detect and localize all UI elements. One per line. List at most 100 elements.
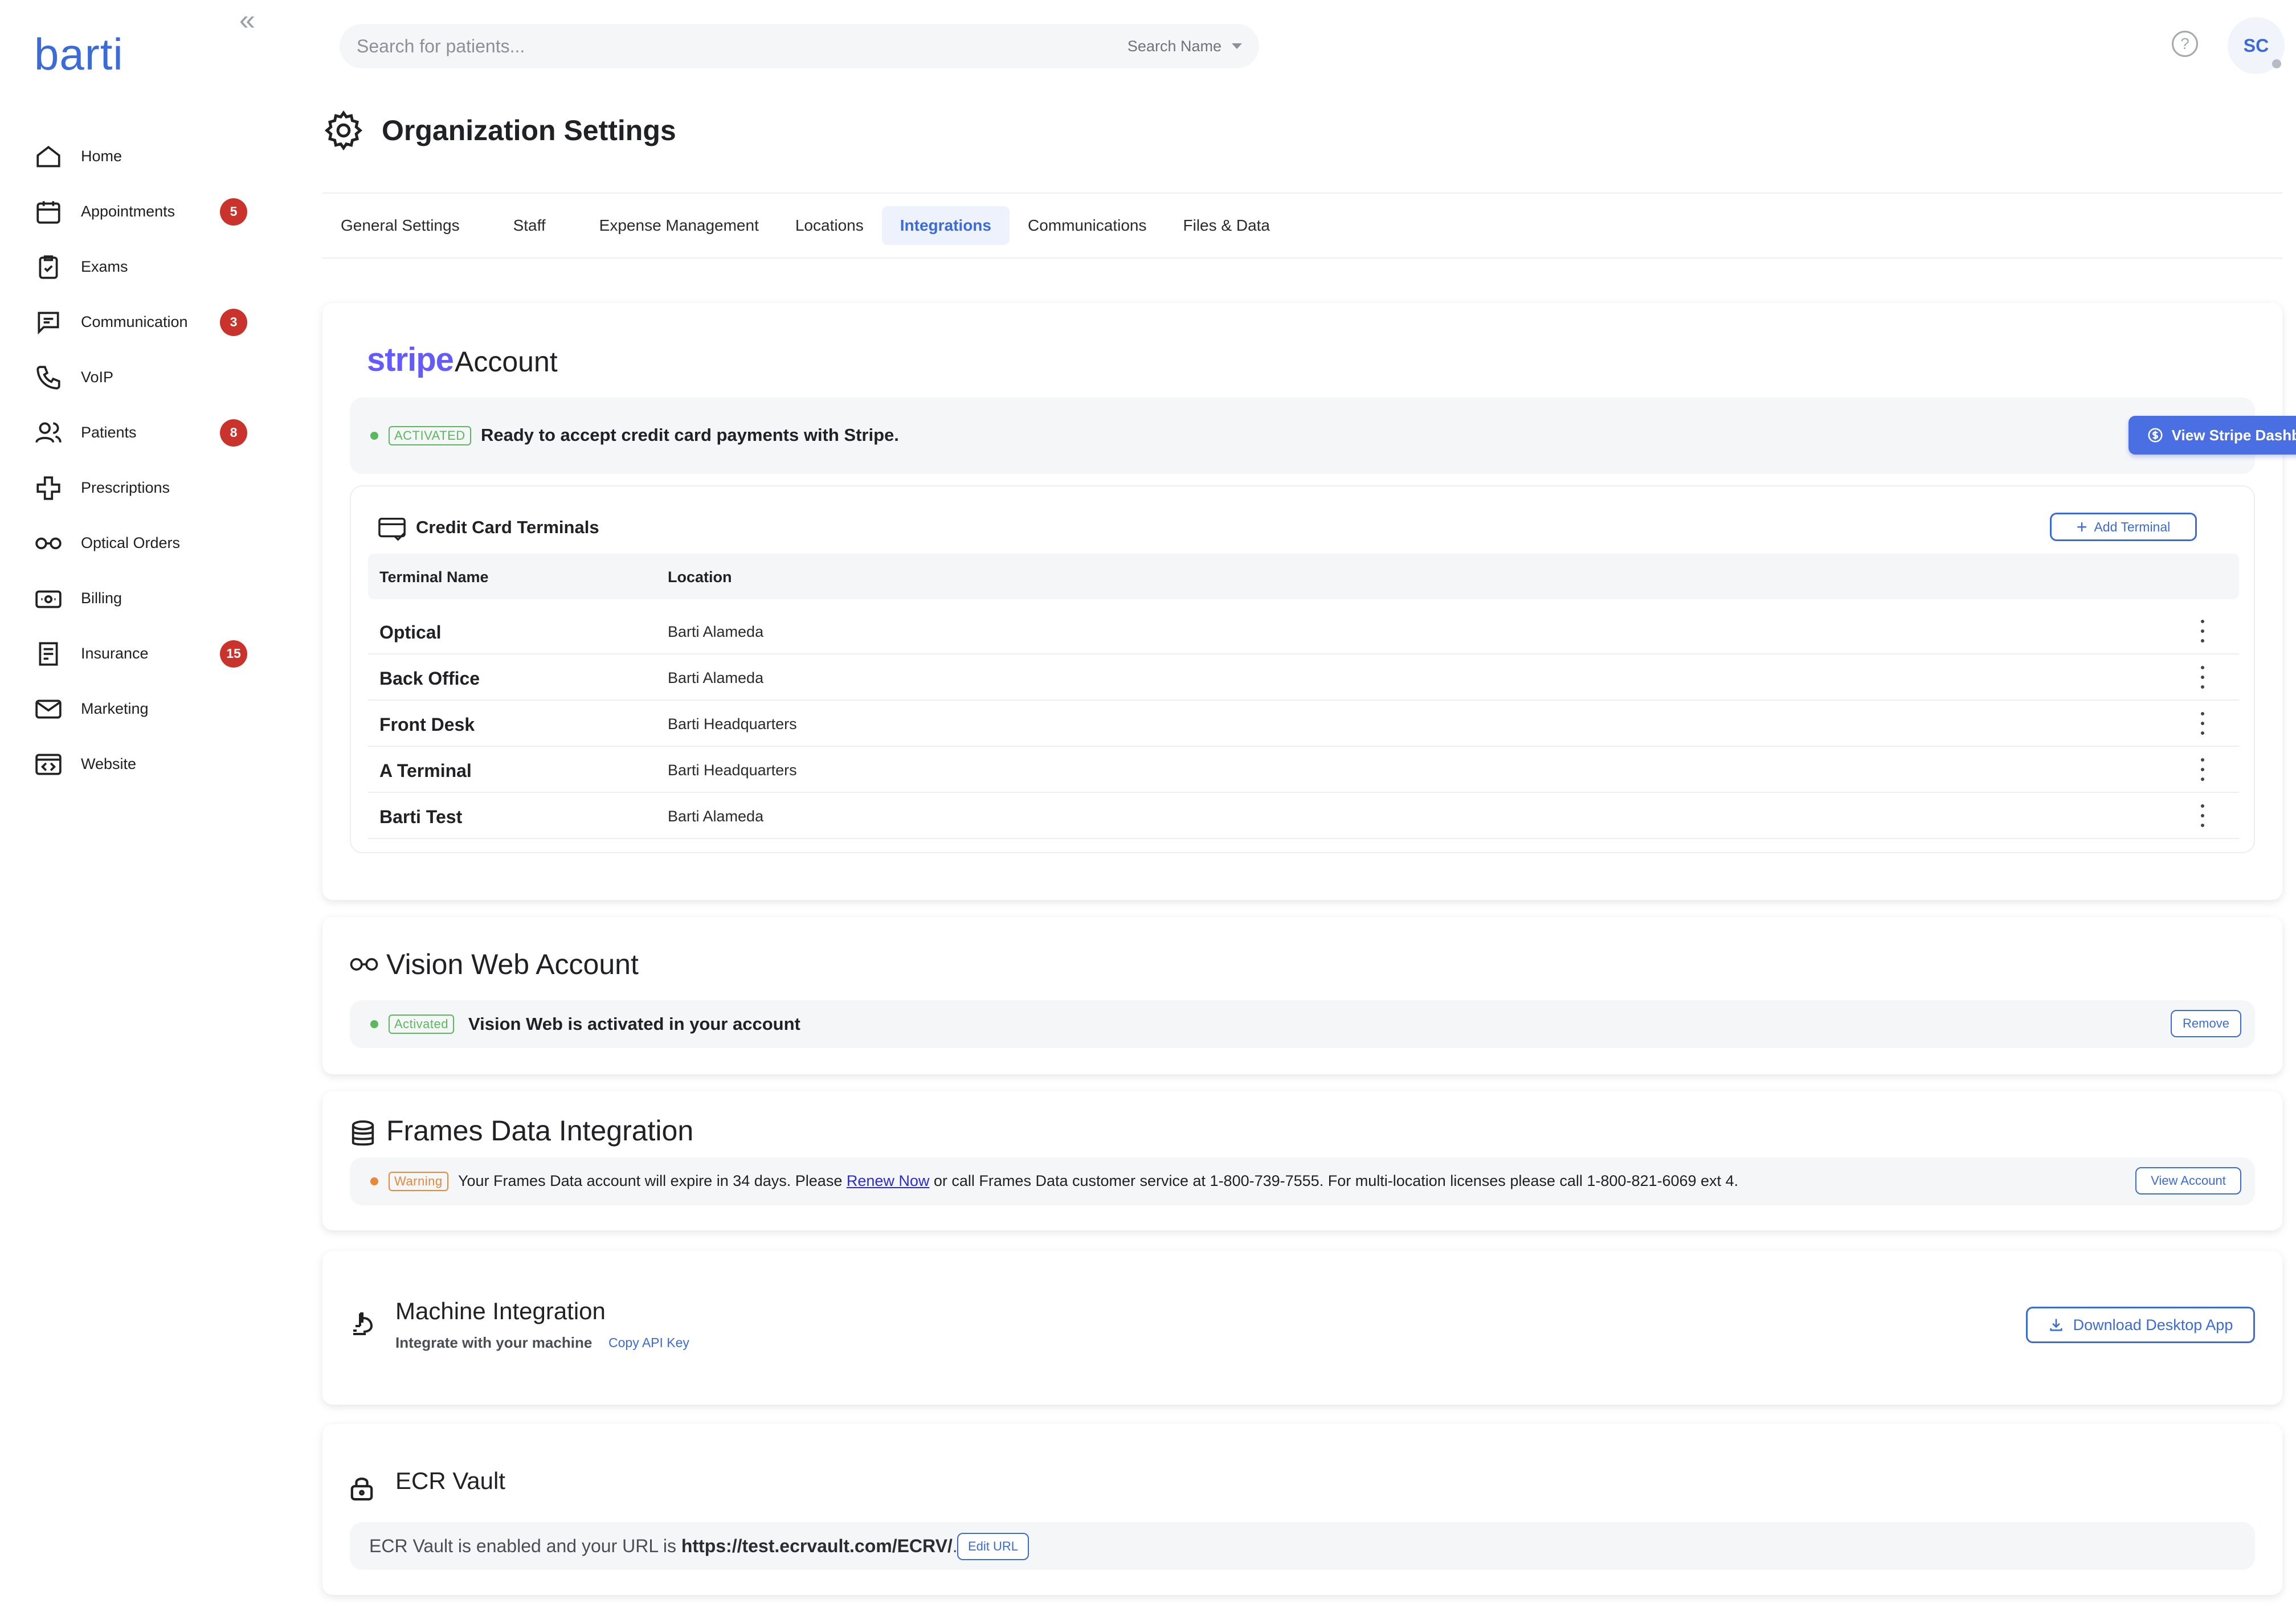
terminal-location: Barti Alameda (668, 669, 764, 686)
terminal-location: Barti Headquarters (668, 715, 797, 733)
frames-message-start: Your Frames Data account will expire in … (458, 1172, 847, 1189)
terminals-table-header: Terminal Name Location (368, 554, 2239, 599)
users-icon (35, 422, 62, 443)
renew-now-link[interactable]: Renew Now (847, 1172, 930, 1189)
ecr-vault-title: ECR Vault (395, 1467, 505, 1494)
status-dot (370, 1177, 378, 1185)
ecr-vault-card: ECR Vault ECR Vault is enabled and your … (322, 1424, 2282, 1595)
more-vertical-icon[interactable] (2197, 712, 2208, 735)
stripe-account-title: Account (455, 346, 558, 378)
home-icon (36, 145, 60, 167)
column-header-location: Location (668, 568, 732, 586)
count-badge: 5 (220, 198, 247, 226)
help-icon[interactable]: ? (2172, 31, 2198, 57)
tab-general-settings[interactable]: General Settings (322, 206, 478, 245)
more-vertical-icon[interactable] (2197, 758, 2208, 781)
status-dot (370, 1020, 378, 1028)
sidebar-item-home[interactable]: Home (34, 129, 262, 184)
add-terminal-label: Add Terminal (2094, 519, 2171, 534)
settings-tabs: General Settings Staff Expense Managemen… (322, 193, 2282, 259)
sidebar-item-patients[interactable]: Patients 8 (34, 405, 262, 460)
mail-icon (35, 699, 62, 718)
more-vertical-icon[interactable] (2197, 620, 2208, 643)
frames-data-title: Frames Data Integration (386, 1115, 694, 1147)
sidebar-item-communication[interactable]: Communication 3 (34, 294, 262, 350)
copy-api-key-link[interactable]: Copy API Key (608, 1335, 689, 1351)
sidebar-item-label: Billing (81, 590, 122, 607)
sidebar-item-optical-orders[interactable]: Optical Orders (34, 515, 262, 571)
sidebar-item-marketing[interactable]: Marketing (34, 681, 262, 737)
sidebar-item-label: Home (81, 148, 122, 165)
sidebar-item-exams[interactable]: Exams (34, 239, 262, 294)
database-icon (352, 1120, 374, 1146)
sidebar-item-label: Appointments (81, 203, 175, 220)
tab-locations[interactable]: Locations (777, 206, 882, 245)
terminal-location: Barti Headquarters (668, 762, 797, 779)
tab-expense-management[interactable]: Expense Management (581, 206, 777, 245)
barti-logo[interactable]: barti (34, 32, 124, 76)
search-mode-dropdown[interactable]: Search Name (1127, 38, 1242, 55)
ecr-vault-strip: ECR Vault is enabled and your URL is htt… (350, 1522, 2255, 1570)
sidebar-item-website[interactable]: Website (34, 737, 262, 792)
credit-card-icon (378, 517, 406, 541)
view-stripe-dashboard-button[interactable]: View Stripe Dashboard (2129, 416, 2296, 455)
credit-card-terminals-panel: Credit Card Terminals + Add Terminal Ter… (350, 485, 2255, 853)
more-vertical-icon[interactable] (2197, 804, 2208, 827)
presence-indicator (2272, 59, 2281, 68)
download-desktop-app-button[interactable]: Download Desktop App (2026, 1307, 2255, 1343)
download-icon (2050, 1319, 2062, 1331)
sidebar-item-insurance[interactable]: Insurance 15 (34, 626, 262, 681)
ecr-vault-url: https://test.ecrvault.com/ECRV/ (681, 1536, 953, 1556)
stripe-logo: stripe (367, 341, 454, 378)
sidebar-item-prescriptions[interactable]: Prescriptions (34, 460, 262, 515)
microscope-icon (353, 1312, 373, 1335)
gear-icon (324, 110, 363, 151)
remove-button[interactable]: Remove (2171, 1010, 2241, 1037)
table-row[interactable]: Optical Barti Alameda (368, 608, 2239, 654)
tab-integrations[interactable]: Integrations (881, 206, 1010, 245)
table-row[interactable]: Barti Test Barti Alameda (368, 793, 2239, 839)
stripe-status-message: Ready to accept credit card payments wit… (481, 425, 899, 445)
view-account-button[interactable]: View Account (2135, 1167, 2241, 1194)
terminal-name: Optical (379, 622, 442, 643)
add-terminal-button[interactable]: + Add Terminal (2050, 513, 2197, 541)
plus-icon: + (2076, 517, 2087, 537)
view-stripe-dashboard-label: View Stripe Dashboard (2171, 426, 2296, 444)
page-title: Organization Settings (382, 114, 676, 146)
terminal-name: Barti Test (379, 807, 463, 827)
patient-search-bar[interactable]: Search for patients... Search Name (340, 24, 1259, 68)
sidebar-item-billing[interactable]: Billing (34, 571, 262, 626)
warning-badge: Warning (389, 1172, 448, 1191)
frames-data-status-strip: Warning Your Frames Data account will ex… (350, 1157, 2255, 1205)
machine-integration-subtitle: Integrate with your machine (395, 1334, 593, 1351)
sidebar-nav: Home Appointments 5 Exams Communication … (34, 129, 262, 792)
table-row[interactable]: A Terminal Barti Headquarters (368, 747, 2239, 793)
sidebar-item-voip[interactable]: VoIP (34, 350, 262, 405)
stripe-status-strip: ACTIVATED Ready to accept credit card pa… (350, 398, 2296, 474)
edit-url-button[interactable]: Edit URL (957, 1533, 1029, 1560)
sidebar-item-appointments[interactable]: Appointments 5 (34, 184, 262, 239)
sidebar-item-label: Marketing (81, 700, 149, 717)
cash-icon (35, 590, 62, 608)
double-chevron-left-icon[interactable]: « (239, 3, 255, 36)
sidebar: barti « Home Appointments 5 Exams Commun… (0, 0, 296, 1612)
sidebar-item-label: Exams (81, 258, 128, 275)
vision-web-title: Vision Web Account (386, 948, 639, 980)
count-badge: 15 (220, 640, 247, 668)
tab-files-data[interactable]: Files & Data (1165, 206, 1289, 245)
status-badge: ACTIVATED (389, 426, 471, 445)
tab-communications[interactable]: Communications (1010, 206, 1165, 245)
more-vertical-icon[interactable] (2197, 666, 2208, 689)
lock-icon (350, 1477, 373, 1501)
ecr-message-start: ECR Vault is enabled and your URL is (369, 1536, 681, 1556)
calendar-icon (36, 201, 60, 224)
sidebar-item-label: Communication (81, 313, 188, 330)
table-row[interactable]: Front Desk Barti Headquarters (368, 701, 2239, 747)
search-input[interactable]: Search for patients... (357, 36, 1127, 57)
chevron-down-icon (1232, 43, 1242, 49)
terminal-location: Barti Alameda (668, 623, 764, 640)
sidebar-item-label: Insurance (81, 645, 149, 662)
tab-staff[interactable]: Staff (495, 206, 564, 245)
terminals-title: Credit Card Terminals (416, 517, 599, 537)
table-row[interactable]: Back Office Barti Alameda (368, 654, 2239, 701)
